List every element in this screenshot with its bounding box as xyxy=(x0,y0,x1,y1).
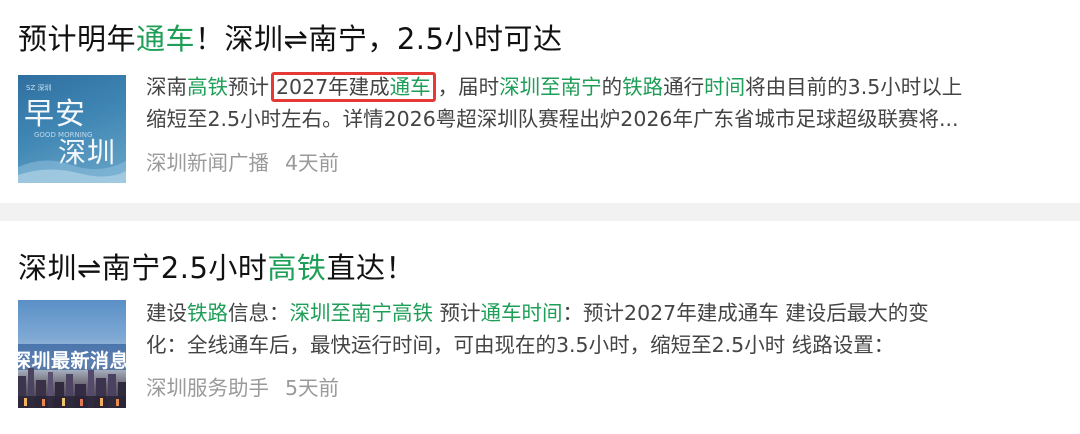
result-meta: 深圳新闻广播 4天前 xyxy=(146,149,339,177)
text-segment: 预计明年 xyxy=(18,22,137,56)
city-skyline-image xyxy=(18,368,126,408)
result-thumbnail[interactable]: SZ 深圳 早安 GOOD MORNING 深圳 xyxy=(18,75,126,183)
keyword-highlight: 通车 xyxy=(389,75,431,99)
thumbnail-decoration xyxy=(18,160,126,183)
thumbnail-caption: SZ 深圳 xyxy=(26,84,52,92)
result-title[interactable]: 深圳⇌南宁2.5小时高铁直达！ xyxy=(18,249,415,287)
text-segment: 预计 xyxy=(228,75,269,99)
text-segment: 的 xyxy=(601,75,623,99)
result-meta: 深圳服务助手 5天前 xyxy=(146,374,339,402)
result-snippet: 建设铁路信息：深圳至南宁高铁 预计通车时间：预计2027年建成通车 建设后最大的… xyxy=(146,297,1051,361)
keyword-highlight: 高铁 xyxy=(187,75,228,99)
text-segment: 预计 xyxy=(433,301,481,325)
source-name[interactable]: 深圳服务助手 xyxy=(146,376,269,400)
source-name[interactable]: 深圳新闻广播 xyxy=(146,151,269,175)
highlight-box: 2027年建成通车 xyxy=(271,72,436,102)
text-segment: 建设 xyxy=(146,301,187,325)
thumbnail-text: 早安 xyxy=(24,97,86,132)
result-title[interactable]: 预计明年通车！深圳⇌南宁，2.5小时可达 xyxy=(18,20,562,58)
text-segment: ！深圳⇌南宁，2.5小时可达 xyxy=(195,22,563,56)
search-result-card[interactable]: 深圳⇌南宁2.5小时高铁直达！ 深圳最新消息 建设铁路信息：深圳至南宁高铁 预计 xyxy=(0,221,1080,434)
search-result-card[interactable]: 预计明年通车！深圳⇌南宁，2.5小时可达 SZ 深圳 早安 GOOD MORNI… xyxy=(0,0,1080,203)
snippet-line: 深南高铁预计 2027年建成通车 ，届时深圳至南宁的铁路通行时间将由目前的3.5小时… xyxy=(146,71,1051,103)
text-segment: ：预计2027年建成通车 建设后最大的变 xyxy=(562,301,929,325)
keyword-highlight: 高铁 xyxy=(267,251,327,285)
keyword-highlight: 铁路 xyxy=(187,301,228,325)
publish-time: 5天前 xyxy=(285,376,340,400)
text-segment: ，届时 xyxy=(437,75,500,99)
snippet-line: 缩短至2.5小时左右。详情2026粤超深圳队赛程出炉2026年广东省城市足球超级… xyxy=(146,107,959,131)
text-segment: 深南 xyxy=(146,75,187,99)
publish-time: 4天前 xyxy=(285,151,340,175)
result-thumbnail[interactable]: 深圳最新消息 xyxy=(18,300,126,408)
text-segment: 信息： xyxy=(228,301,290,325)
keyword-highlight: 通车 xyxy=(136,22,196,56)
keyword-highlight: 深圳至南宁 xyxy=(499,75,602,99)
keyword-highlight: 铁路 xyxy=(622,75,664,99)
keyword-highlight: 时间 xyxy=(704,75,746,99)
snippet-line: 建设铁路信息：深圳至南宁高铁 预计通车时间：预计2027年建成通车 建设后最大的… xyxy=(146,297,1051,329)
text-segment: 直达！ xyxy=(326,251,415,285)
result-snippet: 深南高铁预计 2027年建成通车 ，届时深圳至南宁的铁路通行时间将由目前的3.5小时… xyxy=(146,71,1051,135)
text-segment: 深圳⇌南宁2.5小时 xyxy=(18,251,268,285)
snippet-line: 化：全线通车后，最快运行时间，可由现在的3.5小时，缩短至2.5小时 线路设置： xyxy=(146,333,895,357)
keyword-highlight: 深圳至南宁高铁 xyxy=(289,301,434,325)
keyword-highlight: 通车时间 xyxy=(480,301,563,325)
text-segment: 2027年建成 xyxy=(276,75,390,99)
text-segment: 将由目前的3.5小时以上 xyxy=(745,75,963,99)
text-segment: 通行 xyxy=(663,75,705,99)
